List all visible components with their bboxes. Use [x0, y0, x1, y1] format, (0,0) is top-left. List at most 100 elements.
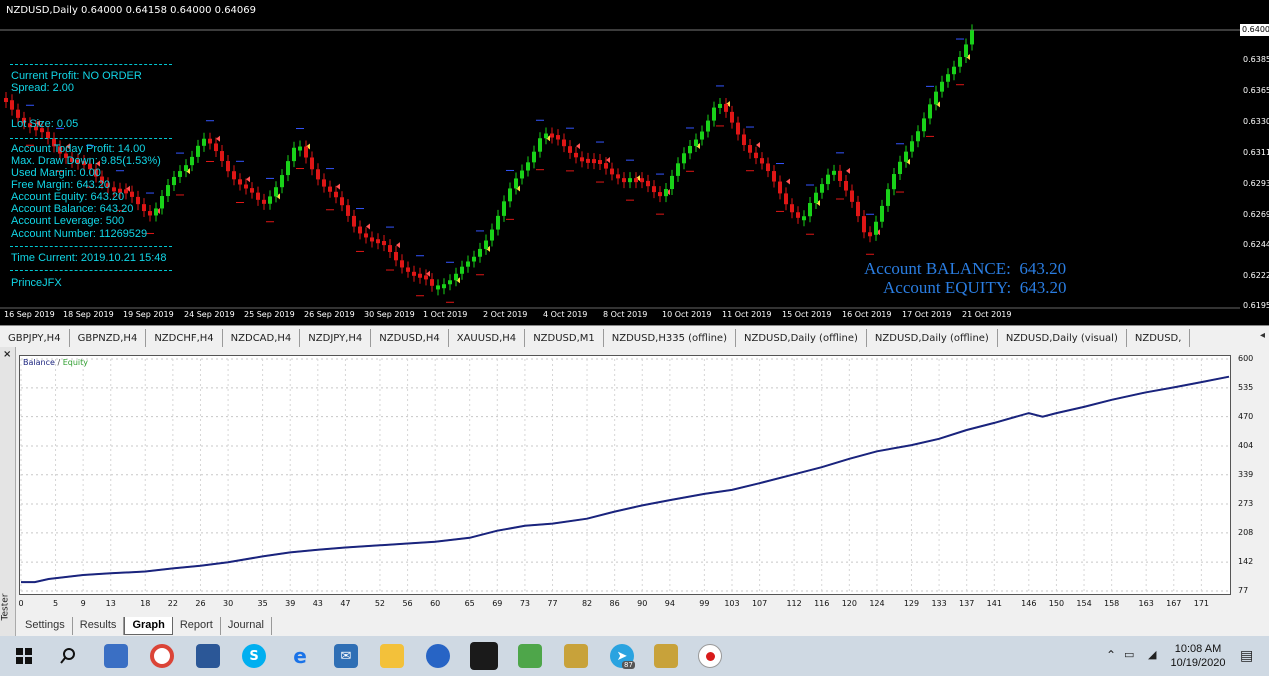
price-tick-label: 0.6269 [1243, 210, 1269, 219]
network-icon[interactable]: ◢ [1148, 648, 1156, 661]
candle [406, 267, 410, 272]
date-tick-label: 2 Oct 2019 [483, 310, 528, 319]
chevron-up-icon[interactable]: ⌃ [1106, 648, 1116, 662]
account-number-text: Account Number: 11269529 [11, 228, 148, 240]
date-tick-label: 4 Oct 2019 [543, 310, 588, 319]
windows-start-icon[interactable] [12, 644, 36, 668]
account-balance-label: Account BALANCE: [864, 259, 1011, 278]
graph-x-tick-label: 9 [80, 599, 86, 608]
candle [250, 188, 254, 193]
chart-tab[interactable]: NZDUSD,Daily (offline) [736, 329, 867, 347]
store-icon[interactable] [196, 644, 220, 668]
candle [796, 212, 800, 218]
candle [940, 81, 944, 92]
candle [916, 131, 920, 142]
tab-journal[interactable]: Journal [221, 617, 272, 635]
price-scale[interactable]: 0.6385 0.6365 0.6330 0.6311 0.6293 0.626… [1240, 0, 1269, 325]
file-explorer-icon[interactable] [380, 644, 404, 668]
symbol-title: NZDUSD,Daily 0.64000 0.64158 0.64000 0.6… [6, 5, 257, 16]
chart-tab[interactable]: NZDUSD,H335 (offline) [604, 329, 736, 347]
price-tick-label: 0.6385 [1243, 55, 1269, 64]
chart-tab[interactable]: NZDUSD,Daily (offline) [867, 329, 998, 347]
graph-y-tick-label: 208 [1238, 527, 1254, 537]
account-equity-label: Account EQUITY: [883, 278, 1012, 297]
graph-x-tick-label: 18 [140, 599, 151, 608]
account-equity-value: 643.20 [1019, 278, 1067, 297]
candle [460, 266, 464, 274]
candle [580, 157, 584, 162]
chart-tab[interactable]: GBPNZD,H4 [70, 329, 147, 347]
candle [292, 147, 296, 162]
candle [268, 196, 272, 204]
chart-tab[interactable]: NZDJPY,H4 [300, 329, 372, 347]
tab-results[interactable]: Results [73, 617, 125, 635]
graph-x-tick-label: 99 [699, 599, 710, 608]
chart-tab[interactable]: NZDUSD,Daily (visual) [998, 329, 1127, 347]
candle [622, 178, 626, 183]
trading-app-icon-2[interactable] [564, 644, 588, 668]
file-manager-icon[interactable] [104, 644, 128, 668]
candle [586, 158, 590, 163]
chrome-icon[interactable] [150, 644, 174, 668]
candle [760, 158, 764, 164]
date-tick-label: 18 Sep 2019 [63, 310, 114, 319]
notification-icon[interactable]: ▤ [1240, 648, 1253, 664]
graph-y-tick-label: 600 [1238, 354, 1254, 363]
candle [616, 174, 620, 179]
chart-tab[interactable]: NZDCAD,H4 [223, 329, 301, 347]
tab-graph[interactable]: Graph [124, 617, 173, 635]
media-record-icon[interactable] [698, 644, 722, 668]
graph-x-tick-label: 22 [167, 599, 178, 608]
candle [214, 143, 218, 152]
trade-arrow [576, 143, 580, 150]
chart-tab[interactable]: NZDUSD, [1127, 329, 1191, 347]
candle [190, 156, 194, 166]
time-current-text: Time Current: 2019.10.21 15:48 [11, 252, 167, 264]
candle [556, 135, 560, 140]
edge-icon[interactable]: e [288, 644, 312, 668]
candle [850, 190, 854, 202]
chart-symbol-tabs: GBPJPY,H4 GBPNZD,H4 NZDCHF,H4 NZDCAD,H4 NZDJ… [0, 325, 1269, 347]
account-balance-value: 643.20 [1019, 259, 1067, 278]
info-separator [10, 64, 172, 65]
battery-icon[interactable]: ▭ [1124, 648, 1134, 661]
skype-icon[interactable]: S [242, 644, 266, 668]
price-tick-label: 0.6311 [1243, 148, 1269, 157]
tab-settings[interactable]: Settings [18, 617, 73, 635]
close-icon[interactable]: × [3, 349, 11, 360]
metatrader-icon[interactable] [426, 644, 450, 668]
price-tick-label: 0.6222 [1243, 271, 1269, 280]
date-tick-label: 8 Oct 2019 [603, 310, 648, 319]
search-icon[interactable] [56, 644, 80, 668]
candle [442, 284, 446, 289]
trading-app-icon-3[interactable] [654, 644, 678, 668]
windows-taskbar: S e ✉ ➤ 87 ⌃ ▭ ◢ 10:08 AM 10/19/2020 ▤ [0, 636, 1269, 676]
price-tick-label: 0.6195 [1243, 301, 1269, 310]
mail-icon[interactable]: ✉ [334, 644, 358, 668]
chart-tab[interactable]: GBPJPY,H4 [0, 329, 70, 347]
chart-tab[interactable]: NZDUSD,M1 [525, 329, 604, 347]
chart-tab[interactable]: NZDCHF,H4 [146, 329, 223, 347]
graph-x-tick-label: 30 [222, 599, 234, 608]
graph-x-tick-label: 86 [609, 599, 620, 608]
candle [934, 91, 938, 105]
tab-report[interactable]: Report [173, 617, 221, 635]
clock[interactable]: 10:08 AM 10/19/2020 [1168, 642, 1228, 670]
date-tick-label: 16 Oct 2019 [842, 310, 892, 319]
candle [562, 139, 566, 147]
chart-tab[interactable]: XAUUSD,H4 [449, 329, 526, 347]
date-tick-label: 21 Oct 2019 [962, 310, 1012, 319]
price-tick-label: 0.6330 [1243, 117, 1269, 126]
strategy-tester-panel: × Tester Balance / Equity 600 535 470 404 33… [0, 347, 1269, 636]
telegram-badge: 87 [622, 661, 635, 669]
candle [394, 252, 398, 261]
dark-terminal-icon[interactable] [470, 642, 498, 670]
candle [286, 161, 290, 176]
price-chart-panel[interactable]: NZDUSD,Daily 0.64000 0.64158 0.64000 0.6… [0, 0, 1269, 325]
candle [196, 145, 200, 157]
graph-x-tick-label: 163 [1138, 599, 1154, 608]
graph-x-tick-label: 65 [464, 599, 475, 608]
tabs-scroll-left-icon[interactable]: ◂ [1260, 330, 1265, 341]
trading-app-icon[interactable] [518, 644, 542, 668]
chart-tab[interactable]: NZDUSD,H4 [371, 329, 449, 347]
